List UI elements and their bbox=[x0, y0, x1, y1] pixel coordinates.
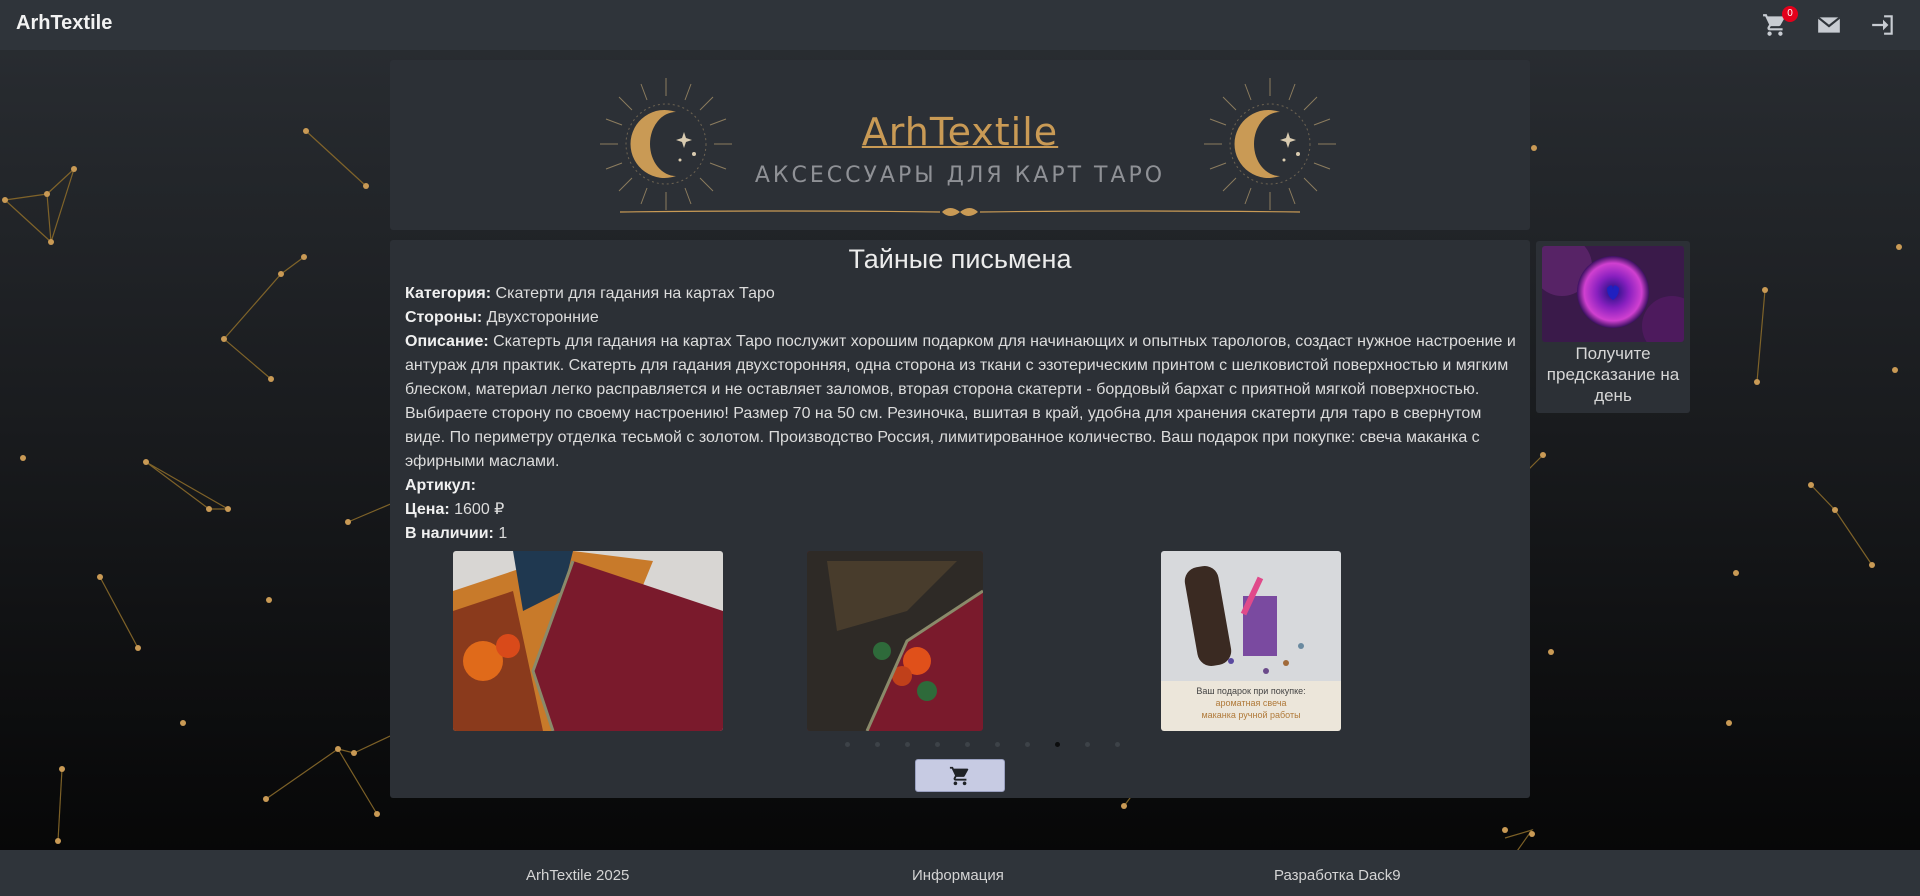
product-photo[interactable] bbox=[453, 551, 723, 731]
product-card: Тайные письмена Категория: Скатерти для … bbox=[390, 240, 1530, 798]
sku-row: Артикул: bbox=[405, 474, 1517, 498]
brand-logo[interactable]: ArhTextile bbox=[16, 12, 112, 35]
product-photo[interactable] bbox=[807, 551, 983, 731]
mail-icon[interactable] bbox=[1816, 12, 1842, 38]
product-image-carousel[interactable]: Ваш подарок при покупке: ароматная свеча… bbox=[390, 551, 1530, 733]
ornament-divider bbox=[620, 208, 1300, 216]
stock-row: В наличии: 1 bbox=[405, 522, 1517, 546]
carousel-dot[interactable] bbox=[965, 742, 970, 747]
footer-copyright: ArhTextile 2025 bbox=[526, 867, 630, 884]
login-icon[interactable] bbox=[1870, 12, 1896, 38]
carousel-indicators bbox=[390, 742, 1530, 750]
sides-value: Двухсторонние bbox=[486, 309, 599, 326]
price-row: Цена: 1600 ₽ bbox=[405, 498, 1517, 522]
cart-icon bbox=[949, 766, 969, 785]
product-details: Категория: Скатерти для гадания на карта… bbox=[405, 282, 1517, 546]
carousel-dot[interactable] bbox=[1085, 742, 1090, 747]
carousel-dot[interactable] bbox=[1055, 742, 1060, 747]
crystal-ball-image[interactable] bbox=[1542, 246, 1684, 342]
footer-developer[interactable]: Разработка Dack9 bbox=[1274, 867, 1401, 884]
product-photo-gift[interactable]: Ваш подарок при покупке: ароматная свеча… bbox=[1161, 551, 1341, 731]
cart-icon[interactable]: 0 bbox=[1762, 6, 1798, 38]
sides-label: Стороны: bbox=[405, 309, 483, 326]
banner-subtitle: АКСЕССУАРЫ ДЛЯ КАРТ ТАРО bbox=[754, 163, 1166, 188]
stock-label: В наличии: bbox=[405, 525, 494, 542]
footer-info-link[interactable]: Информация bbox=[912, 867, 1004, 884]
category-row: Категория: Скатерти для гадания на карта… bbox=[405, 282, 1517, 306]
description-row: Описание: Скатерть для гадания на картах… bbox=[405, 330, 1517, 474]
gift-caption-line: Ваш подарок при покупке: bbox=[1196, 686, 1306, 696]
price-label: Цена: bbox=[405, 501, 450, 518]
carousel-dot[interactable] bbox=[1115, 742, 1120, 747]
gift-caption-line: ароматная свеча bbox=[1215, 698, 1287, 708]
stock-value: 1 bbox=[498, 525, 508, 542]
carousel-dot[interactable] bbox=[875, 742, 880, 747]
site-banner: ArhTextile АКСЕССУАРЫ ДЛЯ КАРТ ТАРО bbox=[390, 60, 1530, 230]
category-label: Категория: bbox=[405, 285, 492, 302]
carousel-dot[interactable] bbox=[995, 742, 1000, 747]
description-value: Скатерть для гадания на картах Таро посл… bbox=[405, 333, 1516, 470]
description-label: Описание: bbox=[405, 333, 489, 350]
prediction-label[interactable]: Получите предсказание на день bbox=[1536, 343, 1690, 406]
carousel-dot[interactable] bbox=[845, 742, 850, 747]
sides-row: Стороны: Двухсторонние bbox=[405, 306, 1517, 330]
gift-caption-line: маканка ручной работы bbox=[1201, 710, 1301, 720]
site-footer: ArhTextile 2025 Информация Разработка Da… bbox=[0, 850, 1920, 896]
carousel-dot[interactable] bbox=[905, 742, 910, 747]
price-value: 1600 ₽ bbox=[454, 501, 505, 518]
carousel-dot[interactable] bbox=[1025, 742, 1030, 747]
crescent-moon-icon bbox=[1204, 78, 1336, 210]
cart-count-badge: 0 bbox=[1782, 6, 1798, 22]
top-navbar: ArhTextile 0 bbox=[0, 0, 1920, 50]
add-to-cart-button[interactable] bbox=[915, 759, 1005, 792]
banner-title[interactable]: ArhTextile bbox=[390, 110, 1530, 154]
navbar-icons: 0 bbox=[1762, 6, 1896, 38]
category-value: Скатерти для гадания на картах Таро bbox=[495, 285, 775, 302]
sku-label: Артикул: bbox=[405, 477, 476, 494]
gift-caption: Ваш подарок при покупке: ароматная свеча… bbox=[1161, 681, 1341, 731]
daily-prediction-card[interactable]: Получите предсказание на день bbox=[1536, 241, 1690, 413]
carousel-dot[interactable] bbox=[935, 742, 940, 747]
product-title: Тайные письмена bbox=[848, 244, 1072, 274]
